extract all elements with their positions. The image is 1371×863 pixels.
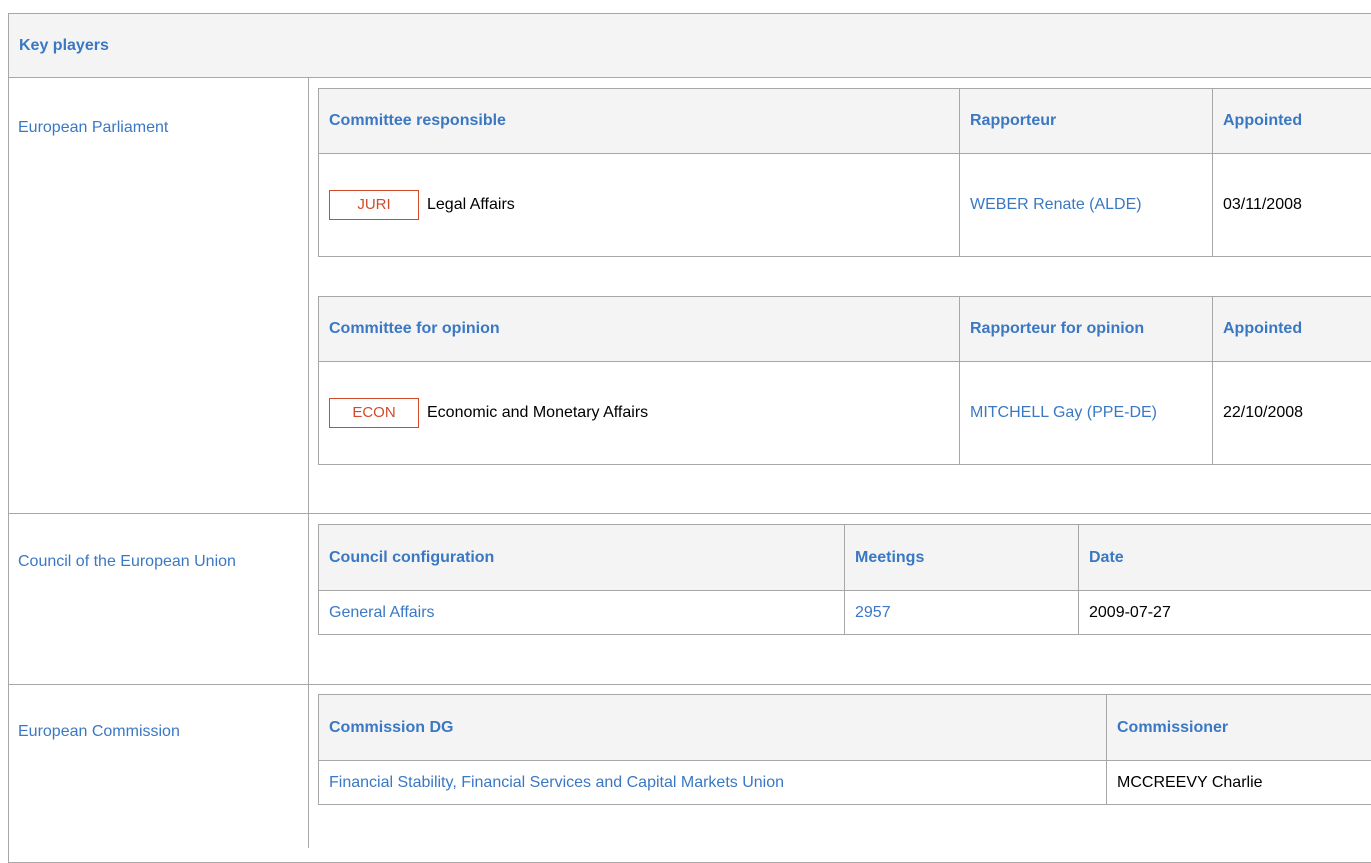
column-header: Rapporteur for opinion (960, 297, 1213, 362)
column-header: Commissioner (1107, 695, 1371, 761)
rapporteur-link[interactable]: WEBER Renate (ALDE) (970, 196, 1142, 213)
section-title: Key players (19, 37, 109, 55)
commission-table: Commission DG Commissioner Financial Sta… (318, 694, 1371, 805)
committee-name: Economic and Monetary Affairs (427, 404, 648, 421)
entity-council-link[interactable]: Council of the European Union (18, 553, 236, 571)
committee-code-badge[interactable]: JURI (329, 190, 419, 220)
committee-code-badge[interactable]: ECON (329, 398, 419, 428)
entity-commission-link[interactable]: European Commission (18, 723, 180, 741)
meeting-link[interactable]: 2957 (855, 604, 891, 621)
council-table: Council configuration Meetings Date Gene… (318, 524, 1371, 635)
table-row: Financial Stability, Financial Services … (319, 761, 1371, 805)
section-header: Key players (9, 14, 1371, 78)
row-divider (9, 684, 1371, 685)
council-configuration-link[interactable]: General Affairs (329, 604, 435, 621)
column-header: Council configuration (319, 525, 845, 591)
column-header: Appointed (1213, 297, 1371, 362)
committee-opinion-table: Committee for opinion Rapporteur for opi… (318, 296, 1371, 465)
column-header: Date (1079, 525, 1371, 591)
commission-dg-link[interactable]: Financial Stability, Financial Services … (329, 774, 784, 791)
column-header: Meetings (845, 525, 1079, 591)
commissioner-name: MCCREEVY Charlie (1107, 761, 1371, 805)
table-row: JURI Legal Affairs WEBER Renate (ALDE) 03… (319, 154, 1371, 257)
table-row: ECON Economic and Monetary Affairs MITCHE… (319, 362, 1371, 465)
appointed-date: 03/11/2008 (1213, 154, 1371, 257)
column-header: Committee for opinion (319, 297, 960, 362)
entity-european-parliament-link[interactable]: European Parliament (18, 119, 168, 137)
committee-cell: ECON Economic and Monetary Affairs (319, 362, 960, 465)
column-header: Commission DG (319, 695, 1107, 761)
committee-cell: JURI Legal Affairs (319, 154, 960, 257)
column-header: Committee responsible (319, 89, 960, 154)
rapporteur-link[interactable]: MITCHELL Gay (PPE-DE) (970, 404, 1157, 421)
column-header: Appointed (1213, 89, 1371, 154)
column-header: Rapporteur (960, 89, 1213, 154)
committee-responsible-table: Committee responsible Rapporteur Appoint… (318, 88, 1371, 257)
column-divider (308, 78, 309, 848)
row-divider (9, 513, 1371, 514)
table-row: General Affairs 2957 2009-07-27 (319, 591, 1371, 635)
meeting-date: 2009-07-27 (1079, 591, 1371, 635)
committee-name: Legal Affairs (427, 196, 515, 213)
appointed-date: 22/10/2008 (1213, 362, 1371, 465)
